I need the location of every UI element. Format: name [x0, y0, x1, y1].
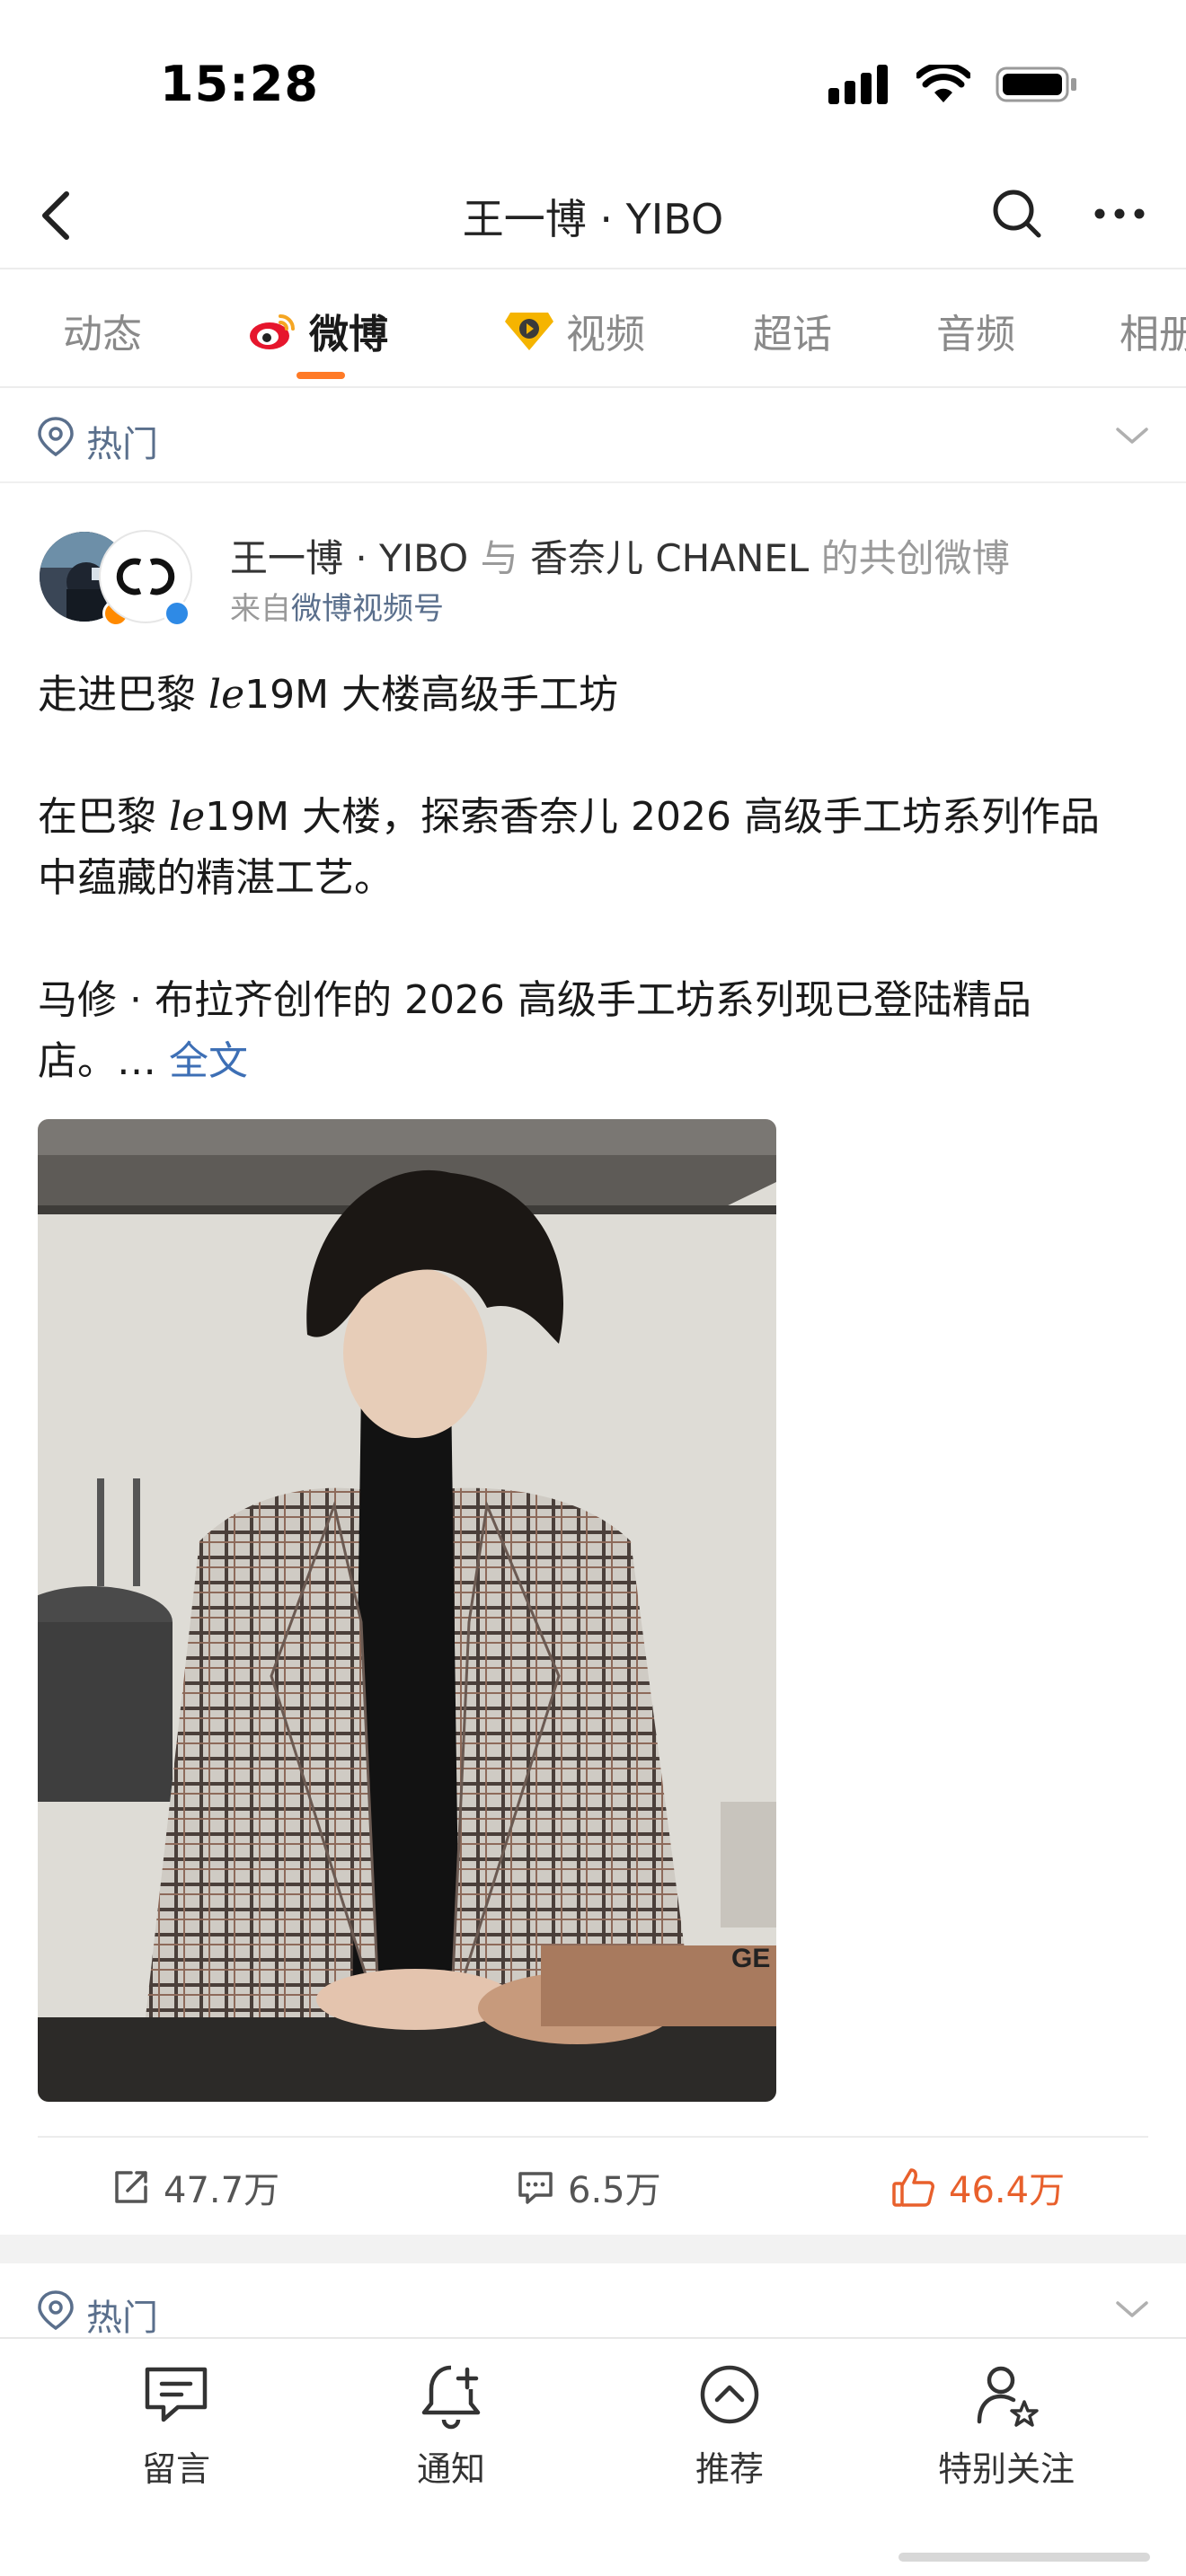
bottom-action-bar: 留言 通知 推荐 特别关注 — [0, 2337, 1186, 2576]
tab-dynamic[interactable]: 动态 — [63, 302, 142, 359]
verified-blue-icon — [164, 600, 190, 627]
tab-supertopic[interactable]: 超话 — [753, 302, 832, 359]
notify-label: 通知 — [416, 2449, 485, 2489]
tab-label: 超话 — [753, 312, 832, 357]
notify-button[interactable]: 通知 — [361, 2357, 541, 2491]
message-button[interactable]: 留言 — [86, 2357, 266, 2491]
section-label: 热门 — [86, 2298, 158, 2339]
tab-audio[interactable]: 音频 — [936, 302, 1015, 359]
tab-label: 相册 — [1120, 312, 1186, 357]
thumbs-up-icon — [892, 2168, 934, 2207]
section-label: 热门 — [86, 424, 158, 465]
post-header: 王一博 · YIBO 与 香奈儿 CHANEL 的共创微博 来自微博视频号 — [0, 512, 1186, 638]
author-connector: 与 — [480, 536, 518, 580]
feed-divider — [0, 2235, 1186, 2263]
tab-label: 动态 — [63, 312, 142, 357]
repost-button[interactable]: 47.7万 — [111, 2161, 279, 2213]
chevron-down-icon[interactable] — [1114, 422, 1150, 449]
author-name[interactable]: 王一博 · YIBO — [230, 536, 468, 580]
section-header-hot[interactable]: 热门 — [0, 390, 1186, 483]
post-paragraph: 马修 · 布拉齐创作的 2026 高级手工坊系列现已登陆精品 店。… 全文 — [38, 977, 1031, 1084]
special-follow-label: 特别关注 — [937, 2449, 1075, 2489]
post-paragraph: 走进巴黎 le19M 大楼高级手工坊 — [38, 672, 619, 718]
video-badge-icon — [505, 313, 553, 350]
wifi-icon — [916, 65, 970, 102]
post-paragraph: 在巴黎 le19M 大楼，探索香奈儿 2026 高级手工坊系列作品 中蕴藏的精湛工… — [38, 794, 1101, 901]
tab-video[interactable]: 视频 — [503, 302, 645, 359]
post-video-thumbnail[interactable]: GE — [38, 1119, 776, 2102]
video-frame-illustration — [38, 1119, 776, 2102]
status-icons — [828, 65, 1078, 104]
repost-icon — [115, 2171, 147, 2203]
message-label: 留言 — [141, 2449, 210, 2489]
up-circle-icon — [700, 2365, 759, 2424]
tab-weibo[interactable]: 微博 — [248, 302, 388, 359]
profile-tabs: 动态 微博 视频 超话 音频 相册 — [0, 271, 1186, 388]
signal-icon — [828, 65, 888, 104]
coauthor-name[interactable]: 香奈儿 CHANEL — [530, 536, 809, 580]
status-bar: 15:28 — [0, 0, 1186, 162]
tab-label: 微博 — [309, 312, 388, 357]
comment-button[interactable]: 6.5万 — [516, 2161, 661, 2213]
recommend-label: 推荐 — [695, 2449, 764, 2489]
full-text-link[interactable]: 全文 — [169, 1038, 248, 1084]
tab-label: 音频 — [936, 312, 1015, 357]
post-actions: 47.7万 6.5万 46.4万 — [38, 2136, 1148, 2235]
image-text: GE — [731, 1944, 771, 1973]
chevron-down-icon[interactable] — [1114, 2296, 1150, 2323]
search-icon[interactable] — [985, 181, 1049, 246]
comment-count: 6.5万 — [568, 2170, 661, 2211]
location-pin-icon — [38, 2290, 74, 2331]
like-button[interactable]: 46.4万 — [891, 2161, 1065, 2213]
battery-icon — [996, 66, 1076, 102]
active-tab-indicator — [296, 372, 345, 379]
weibo-logo-icon — [250, 314, 295, 349]
cocreate-suffix: 的共创微博 — [820, 536, 1010, 580]
tab-album[interactable]: 相册 — [1120, 302, 1186, 359]
post-text: 走进巴黎 le19M 大楼高级手工坊 在巴黎 le19M 大楼，探索香奈儿 20… — [38, 665, 1152, 1092]
bell-add-icon — [421, 2365, 481, 2430]
comment-icon — [518, 2172, 553, 2204]
repost-count: 47.7万 — [164, 2170, 280, 2211]
source-prefix: 来自 — [230, 591, 291, 627]
location-pin-icon — [38, 417, 74, 457]
person-star-icon — [977, 2366, 1039, 2427]
more-icon[interactable] — [1087, 181, 1152, 246]
like-count: 46.4万 — [949, 2170, 1066, 2211]
source-line: 来自微博视频号 — [230, 584, 444, 628]
home-indicator — [898, 2553, 1150, 2562]
message-icon — [145, 2367, 208, 2422]
tab-label: 视频 — [566, 312, 645, 357]
status-time: 15:28 — [160, 56, 319, 112]
recommend-button[interactable]: 推荐 — [640, 2357, 819, 2491]
nav-bar: 王一博 · YIBO — [0, 162, 1186, 269]
author-line: 王一博 · YIBO 与 香奈儿 CHANEL 的共创微博 — [230, 528, 1010, 583]
special-follow-button[interactable]: 特别关注 — [916, 2357, 1096, 2491]
source-link[interactable]: 微博视频号 — [291, 591, 444, 627]
